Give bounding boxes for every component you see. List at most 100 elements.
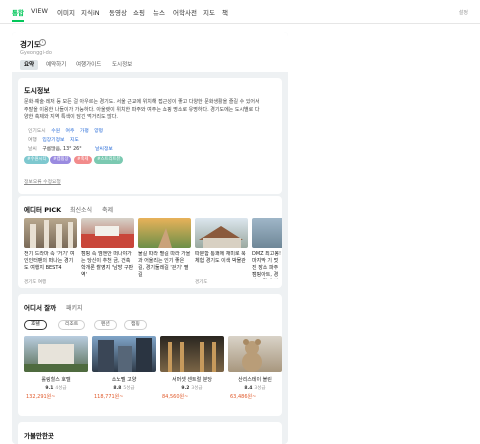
map-link[interactable]: 지도: [70, 138, 79, 143]
city-link-yeoju[interactable]: 여주: [66, 129, 75, 134]
tab-view[interactable]: VIEW: [31, 7, 48, 15]
pick-title: 물길 따라 펼길 따라 가을과 어울리는 인기 좋은 길, 경기둘레길 '걷기'…: [138, 251, 191, 278]
hotel-grade: 5성급: [123, 386, 135, 391]
weather-value: 구름많음, 13° 26°: [42, 147, 82, 152]
pick-image: [24, 218, 77, 248]
places-to-visit-title: 가볼만한곳: [24, 432, 54, 440]
hashtag[interactable]: #수원시티: [24, 156, 50, 164]
hotel-score: 9.2: [181, 386, 190, 391]
row-label: 날씨: [28, 147, 37, 152]
pick-title: 전기 드라마 속 '거기' 여인인터팬의 떠나는 경기도 여행지 BEST4: [24, 251, 75, 271]
teddy-bear-image: [242, 339, 262, 372]
tab-news[interactable]: 뉴스: [153, 7, 165, 17]
hotel-rating: 9.1 4성급: [24, 385, 88, 391]
pick-item[interactable]: 캠핑 속 엠엔안 떠나야가는 당신이 추천 금, 건축학개론 촬영지 '남방 구…: [81, 218, 134, 279]
pick-item[interactable]: DMZ 최고봉! 마지막 기 멋진 장소 파주 캠핑아트, 경기도 경제 박물 …: [252, 218, 282, 279]
city-link-suwon[interactable]: 수원: [51, 129, 60, 134]
popular-cities-row: 인기도시 수원 여주 가평 양평: [28, 127, 103, 134]
hotel-name: 산리스테이 블린: [238, 377, 272, 383]
station-image: [81, 226, 134, 248]
chip-pension[interactable]: 펜션: [94, 320, 117, 330]
hotel-item[interactable]: 롤링힐스 호텔 9.1 4성급 132,291원~: [24, 336, 88, 400]
pick-title: 따분함 통쾌에 재미로 북 체험 경기도 이색 박물관: [195, 251, 246, 264]
place-header: 경기도 i Gyeonggi-do 요약 예약하기 여행가이드 도시정보: [12, 32, 288, 72]
subtab-city-info[interactable]: 도시정보: [108, 60, 136, 70]
hotel-item[interactable]: 소노펠 고양 8.8 5성급 118,771원~: [92, 336, 156, 400]
hotel-item[interactable]: 산리스테이 블린 8.4 3성급 63,486원~: [228, 336, 282, 400]
right-sidebar: [288, 24, 480, 444]
tab-map[interactable]: 지도: [203, 7, 215, 17]
subtab-summary[interactable]: 요약: [20, 60, 39, 70]
entry-info-link[interactable]: 입장기정보: [42, 138, 64, 143]
chip-resort[interactable]: 리조트: [58, 320, 86, 330]
hotel-item[interactable]: 서머셋 센트럴 분당 9.2 3성급 84,560원~: [160, 336, 224, 400]
main-content: 경기도 i Gyeonggi-do 요약 예약하기 여행가이드 도시정보 도시정…: [12, 32, 288, 444]
city-info-text: 문화·예술·레저 등 모든 걸 아우르는 경기도. 서울 근교에 위치해 접근성…: [24, 99, 260, 120]
row-label: 여행: [28, 138, 37, 143]
tab-dictionary[interactable]: 어학사전: [173, 7, 197, 17]
chip-camping[interactable]: 캠핑: [124, 320, 147, 330]
accommodation-card: 어디서 잘까 패키지 호텔 리조트 펜션 캠핑 롤링힐스 호텔 9.1 4성급 1…: [18, 294, 282, 416]
settings-link[interactable]: 설정: [459, 9, 468, 16]
pick-image: [252, 218, 282, 248]
subtab-reserve[interactable]: 예약하기: [42, 60, 70, 70]
hotel-building-image: [98, 338, 152, 372]
tab-images[interactable]: 이미지: [57, 7, 75, 17]
hotel-score: 8.4: [244, 386, 253, 391]
pick-item[interactable]: 따분함 통쾌에 재미로 북 체험 경기도 이색 박물관 경기도: [195, 218, 248, 285]
city-link-yangpyeong[interactable]: 양평: [94, 129, 103, 134]
pick-image: [195, 218, 248, 248]
hotel-price: 132,291원~: [26, 394, 56, 400]
report-error-link[interactable]: 정보오류 수정요청: [24, 178, 61, 185]
pick-title: 캠핑 속 엠엔안 떠나야가는 당신이 추천 금, 건축학개론 촬영지 '남방 구…: [81, 251, 134, 278]
hotel-grade: 3성급: [191, 386, 203, 391]
hotel-price: 63,486원~: [230, 394, 257, 400]
hotel-name: 롤링힐스 호텔: [41, 377, 71, 383]
city-info-title: 도시정보: [24, 87, 50, 95]
tab-kin[interactable]: 지식iN: [81, 7, 100, 17]
places-to-visit-card: 가볼만한곳: [18, 422, 282, 444]
museum-image: [199, 226, 243, 248]
travel-row: 여행 입장기정보 지도: [28, 136, 79, 143]
church-arch-image: [30, 220, 73, 248]
tab-latest-news[interactable]: 최신소식: [70, 205, 92, 214]
hashtag[interactable]: #축제: [74, 156, 92, 164]
editor-pick-card: 에디터 PICK 최신소식 축제 전기 드라마 속 '거기' 여인인터팬의 떠나…: [18, 196, 282, 288]
accommodation-title: 어디서 잘까: [24, 304, 57, 312]
hotel-lobby-image: [168, 342, 216, 372]
tab-shopping[interactable]: 쇼핑: [133, 7, 145, 17]
pick-source: 경기도 여행: [24, 280, 47, 285]
tab-package[interactable]: 패키지: [66, 303, 83, 312]
hotel-rating: 8.4 3성급: [228, 385, 282, 391]
hotel-score: 9.1: [45, 386, 54, 391]
hotel-rating: 8.8 5성급: [92, 385, 156, 391]
pick-item[interactable]: 전기 드라마 속 '거기' 여인인터팬의 떠나는 경기도 여행지 BEST4 경…: [24, 218, 77, 285]
city-info-card: 도시정보 문화·예술·레저 등 모든 걸 아우르는 경기도. 서울 근교에 위치…: [18, 78, 282, 194]
tab-books[interactable]: 책: [222, 7, 228, 17]
hotel-name: 소노펠 고양: [111, 377, 137, 383]
search-nav-bar: 통합 VIEW 이미지 지식iN 동영상 쇼핑 뉴스 어학사전 지도 책 설정: [0, 0, 480, 24]
weather-info-link[interactable]: 날씨정보: [95, 147, 113, 152]
editor-pick-title: 에디터 PICK: [24, 206, 62, 214]
info-icon[interactable]: i: [39, 39, 46, 46]
place-romanization: Gyeonggi-do: [20, 50, 52, 56]
city-link-gapyeong[interactable]: 가평: [80, 129, 89, 134]
hotel-image: [24, 336, 88, 372]
row-label: 인기도시: [28, 129, 46, 134]
pick-title: DMZ 최고봉! 마지막 기 멋진 장소 파주 캠핑아트, 경기도 경제 박물 …: [252, 251, 281, 278]
hotel-name: 서머셋 센트럴 분당: [172, 377, 212, 383]
chip-hotel[interactable]: 호텔: [24, 320, 47, 330]
tab-festival[interactable]: 축제: [102, 205, 113, 214]
tab-integrated[interactable]: 통합: [12, 7, 24, 22]
hotel-building-image: [24, 344, 88, 372]
hotel-image: [160, 336, 224, 372]
autumn-path-image: [158, 228, 172, 248]
pick-item[interactable]: 물길 따라 펼길 따라 가을과 어울리는 인기 좋은 길, 경기둘레길 '걷기'…: [138, 218, 191, 279]
hashtag[interactable]: #캠핑장: [50, 156, 72, 164]
subtab-travel-guide[interactable]: 여행가이드: [72, 60, 105, 70]
hashtag[interactable]: #스트리트뷰: [94, 156, 124, 164]
hotel-image: [92, 336, 156, 372]
pick-image: [81, 218, 134, 248]
tab-video[interactable]: 동영상: [109, 7, 127, 17]
pick-source: 경기도: [195, 280, 208, 285]
